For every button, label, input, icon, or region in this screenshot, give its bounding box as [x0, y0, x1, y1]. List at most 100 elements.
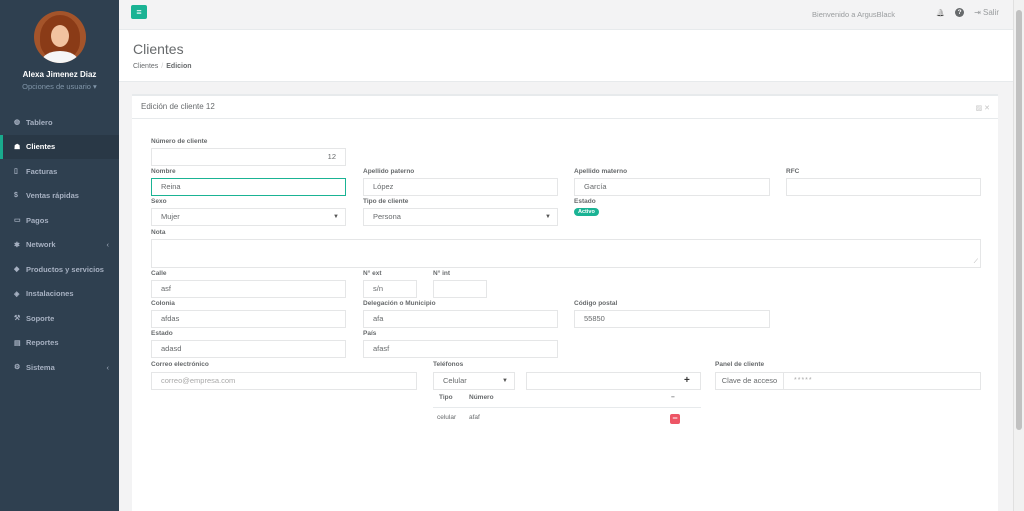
dollar-icon: $ — [14, 192, 18, 200]
nota-label: Nota — [151, 229, 166, 236]
edit-client-panel: Edición de cliente 12 ▨ ✕ Número de clie… — [132, 94, 998, 511]
chevron-down-icon: ▼ — [333, 214, 339, 220]
colonia-input[interactable]: afdas — [151, 310, 346, 328]
tel-number-input[interactable] — [526, 372, 701, 390]
sidebar-item-instalaciones[interactable]: ◈ Instalaciones — [0, 282, 119, 307]
tipo-cliente-select[interactable]: Persona ▼ — [363, 208, 558, 226]
sidebar: Alexa Jimenez Diaz Opciones de usuario ▾… — [0, 0, 119, 511]
resize-handle-icon[interactable]: ⟋ — [974, 259, 978, 266]
sidebar-item-soporte[interactable]: ⚒ Soporte — [0, 306, 119, 331]
users-icon: ☗ — [14, 143, 21, 151]
report-icon: ▤ — [14, 339, 21, 347]
page-heading: Clientes Clientes / Edicion — [119, 30, 1013, 82]
table-header-numero: Número — [469, 394, 494, 401]
calle-input[interactable]: asf — [151, 280, 346, 298]
apellido-paterno-label: Apellido paterno — [363, 168, 415, 175]
sidebar-item-ventas-rapidas[interactable]: $ Ventas rápidas — [0, 184, 119, 209]
client-number-label: Número de cliente — [151, 138, 208, 145]
invoice-icon: ▯ — [14, 168, 18, 176]
pais-label: País — [363, 330, 377, 337]
wrench-icon: ◈ — [14, 290, 20, 298]
estado-input[interactable]: adasd — [151, 340, 346, 358]
tipo-cliente-label: Tipo de cliente — [363, 198, 409, 205]
nombre-label: Nombre — [151, 168, 176, 175]
sexo-select[interactable]: Mujer ▼ — [151, 208, 346, 226]
codigo-postal-label: Código postal — [574, 300, 618, 307]
help-icon[interactable]: ? — [955, 8, 965, 17]
sidebar-nav: ◍ Tablero ☗ Clientes ▯ Facturas $ Ventas ráp… — [0, 110, 119, 380]
sidebar-item-clientes[interactable]: ☗ Clientes — [0, 134, 119, 159]
add-phone-button[interactable]: + — [684, 375, 690, 386]
email-label: Correo electrónico — [151, 361, 209, 368]
apellido-materno-input[interactable]: García — [574, 178, 770, 196]
scrollbar-thumb[interactable] — [1016, 10, 1022, 430]
phone-type-cell: celular — [437, 414, 457, 421]
payments-icon: ▭ — [14, 217, 21, 225]
panel-title: Edición de cliente 12 — [141, 102, 215, 111]
nota-textarea[interactable]: ⟋ — [151, 239, 981, 268]
sidebar-item-pagos[interactable]: ▭ Pagos — [0, 208, 119, 233]
estado-label: Estado — [151, 330, 173, 337]
delegacion-label: Delegación o Municipio — [363, 300, 436, 307]
nombre-input[interactable]: Reina — [151, 178, 346, 196]
breadcrumb-edicion: Edicion — [166, 63, 192, 70]
chevron-down-icon: ▼ — [502, 378, 508, 384]
rfc-label: RFC — [786, 168, 800, 175]
dashboard-icon: ◍ — [14, 119, 21, 127]
phone-number-cell: afaf — [469, 414, 480, 421]
bell-icon[interactable]: 🔔 — [936, 9, 945, 17]
chevron-down-icon: ▼ — [545, 214, 551, 220]
num-ext-label: N° ext — [363, 270, 382, 277]
page-scrollbar[interactable] — [1013, 0, 1024, 511]
user-options-dropdown[interactable]: Opciones de usuario ▾ — [0, 82, 119, 91]
tel-type-select[interactable]: Celular ▼ — [433, 372, 515, 390]
top-navbar: ≡ Bienvenido a ArgusBlack 🔔 ? ⇥ Salir — [119, 0, 1013, 30]
apellido-materno-label: Apellido materno — [574, 168, 628, 175]
table-header-remove: − — [671, 394, 675, 401]
client-number-field[interactable]: 12 — [151, 148, 346, 166]
sidebar-item-network[interactable]: ✱ Network ‹ — [0, 233, 119, 258]
delegacion-input[interactable]: afa — [363, 310, 558, 328]
panel-cliente-label: Panel de cliente — [715, 361, 765, 368]
avatar[interactable] — [33, 11, 86, 63]
email-field[interactable]: correo@empresa.com — [151, 372, 417, 390]
apellido-paterno-input[interactable]: López — [363, 178, 558, 196]
chevron-left-icon: ‹ — [106, 240, 110, 250]
delete-phone-button[interactable]: − — [670, 414, 680, 424]
user-name: Alexa Jimenez Diaz — [22, 70, 97, 79]
num-int-label: N° int — [433, 270, 451, 277]
status-badge[interactable]: Activo — [574, 208, 599, 216]
network-icon: ✱ — [14, 241, 20, 249]
pais-input[interactable]: afasf — [363, 340, 558, 358]
tools-icon: ⚒ — [14, 315, 21, 323]
clave-acceso-label: Clave de acceso — [716, 373, 784, 389]
sidebar-item-sistema[interactable]: ⚙ Sistema ‹ — [0, 355, 119, 380]
menu-toggle-button[interactable]: ≡ — [131, 5, 147, 19]
cogs-icon: ⚙ — [14, 364, 21, 372]
welcome-message: Bienvenido a ArgusBlack — [812, 10, 895, 19]
codigo-postal-input[interactable]: 55850 — [574, 310, 770, 328]
user-profile: Alexa Jimenez Diaz Opciones de usuario ▾ — [0, 0, 119, 102]
sidebar-item-productos[interactable]: ◆ Productos y servicios — [0, 257, 119, 282]
panel-tools[interactable]: ▨ ✕ — [976, 104, 990, 112]
clave-acceso-group: Clave de acceso ***** — [715, 372, 981, 390]
tag-icon: ◆ — [14, 266, 20, 274]
password-input[interactable]: ***** — [794, 373, 813, 389]
num-int-input[interactable] — [433, 280, 487, 298]
logout-link[interactable]: ⇥ Salir — [974, 8, 999, 17]
page-title: Clientes — [133, 41, 184, 57]
calle-label: Calle — [151, 270, 167, 277]
rfc-input[interactable] — [786, 178, 981, 196]
sexo-label: Sexo — [151, 198, 167, 205]
telefonos-label: Teléfonos — [433, 361, 464, 368]
num-ext-input[interactable]: s/n — [363, 280, 417, 298]
breadcrumb-clientes[interactable]: Clientes — [133, 63, 158, 70]
estado-cliente-label: Estado — [574, 198, 596, 205]
sidebar-item-facturas[interactable]: ▯ Facturas — [0, 159, 119, 184]
table-header-tipo: Tipo — [439, 394, 453, 401]
chevron-left-icon: ‹ — [106, 362, 110, 372]
breadcrumb: Clientes / Edicion — [133, 63, 192, 70]
colonia-label: Colonia — [151, 300, 175, 307]
sidebar-item-tablero[interactable]: ◍ Tablero — [0, 110, 119, 135]
sidebar-item-reportes[interactable]: ▤ Reportes — [0, 331, 119, 356]
